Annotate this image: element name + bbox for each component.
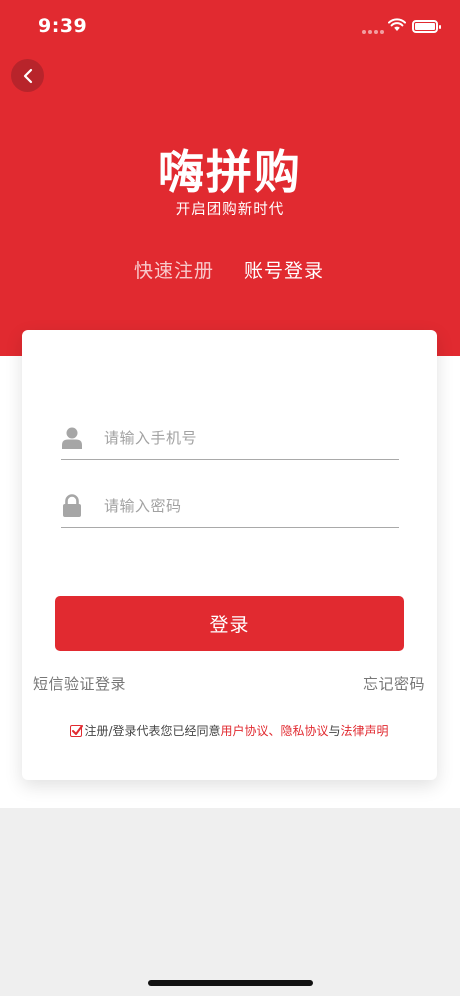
home-indicator — [148, 980, 313, 986]
tab-quick-register[interactable]: 快速注册 — [134, 256, 214, 283]
agreement-conjunction: 与 — [328, 724, 341, 738]
agreement-checkbox[interactable] — [70, 725, 84, 737]
sms-login-link[interactable]: 短信验证登录 — [33, 673, 126, 694]
app-title: 嗨拼购 — [158, 145, 302, 199]
signal-icon — [362, 30, 384, 35]
tab-account-login[interactable]: 账号登录 — [244, 256, 324, 283]
back-button[interactable] — [11, 59, 44, 92]
password-field — [61, 490, 399, 528]
chevron-left-icon — [23, 68, 32, 83]
login-button[interactable]: 登录 — [55, 596, 404, 651]
wifi-icon — [388, 18, 406, 31]
legal-notice-link[interactable]: 法律声明 — [341, 724, 389, 738]
status-time: 9:39 — [38, 15, 88, 37]
auth-tabs: 快速注册 账号登录 — [0, 256, 460, 286]
privacy-policy-link[interactable]: 隐私协议 — [281, 724, 329, 738]
phone-field — [61, 422, 399, 460]
battery-icon — [412, 20, 441, 33]
agreement-prefix: 注册/登录代表您已经同意 — [84, 724, 221, 738]
login-card: 登录 短信验证登录 忘记密码 注册/登录代表您已经同意用户协议、隐私协议与法律声… — [22, 330, 437, 780]
lock-icon — [63, 494, 81, 517]
app-slogan: 开启团购新时代 — [175, 202, 285, 218]
checkmark-icon — [72, 725, 84, 735]
agreement-text: 注册/登录代表您已经同意用户协议、隐私协议与法律声明 — [22, 722, 437, 739]
phone-input[interactable] — [104, 424, 384, 452]
password-input[interactable] — [104, 492, 384, 520]
user-agreement-link[interactable]: 用户协议 — [220, 724, 268, 738]
status-bar: 9:39 — [0, 0, 460, 52]
forgot-password-link[interactable]: 忘记密码 — [363, 673, 425, 694]
user-icon — [62, 427, 82, 449]
agreement-separator: 、 — [268, 724, 281, 738]
